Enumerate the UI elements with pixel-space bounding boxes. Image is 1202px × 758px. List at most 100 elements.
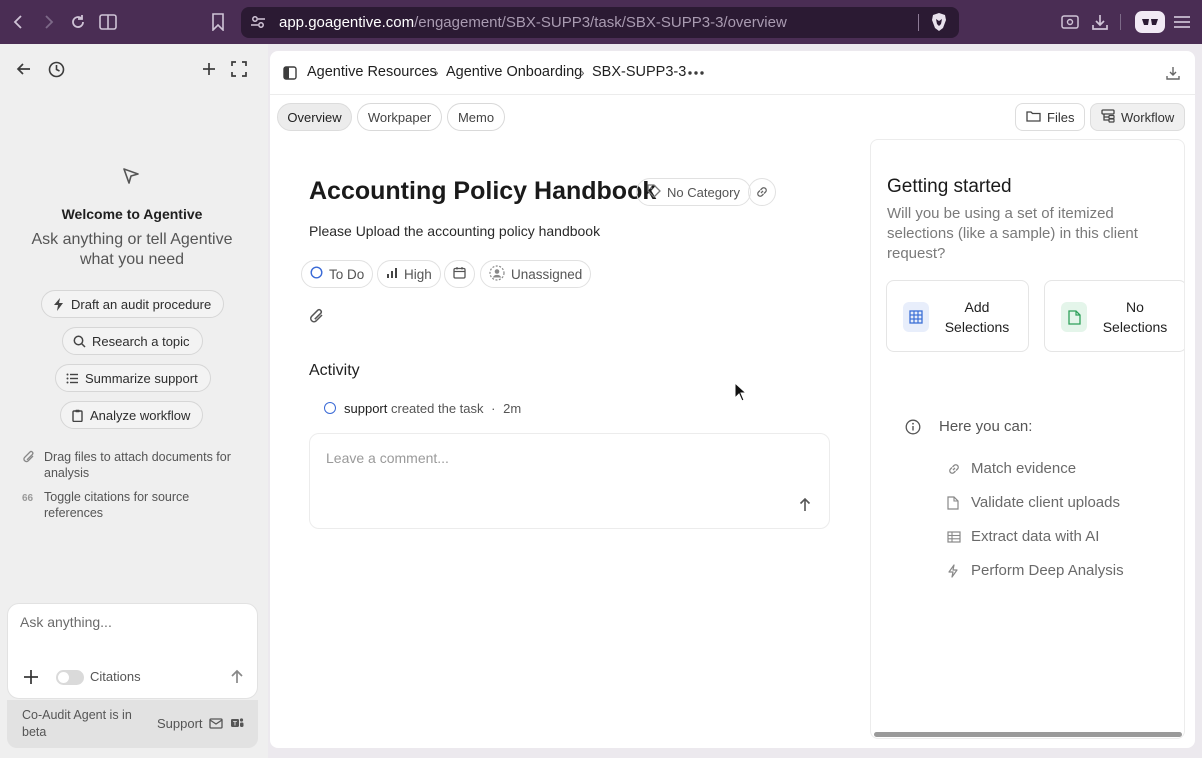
priority-pill[interactable]: High [377,260,441,288]
file-icon [1061,302,1087,332]
getting-started-question: Will you be using a set of itemized sele… [887,205,1138,262]
hint-drag-files: Drag files to attach documents for analy… [22,449,252,481]
url-path: /engagement/SBX-SUPP3/task/SBX-SUPP3-3/o… [414,14,787,31]
download-icon[interactable] [1089,11,1111,33]
user-avatar-icon [489,264,505,284]
feature-deep-analysis: Perform Deep Analysis [971,562,1124,579]
new-chat-icon[interactable] [199,59,219,79]
url-text: app.goagentive.com/engagement/SBX-SUPP3/… [279,14,787,31]
files-button[interactable]: Files [1015,103,1086,131]
more-options-icon[interactable] [686,63,706,83]
brave-shield-icon[interactable] [929,12,949,32]
status-circle-icon [310,266,323,282]
hint-text: Toggle citations for source references [44,490,190,520]
no-selections-button[interactable]: No Selections [1044,280,1184,352]
workflow-button[interactable]: Workflow [1090,103,1186,131]
send-arrow-icon[interactable] [228,668,246,686]
link-icon[interactable] [748,178,776,206]
getting-started-title: Getting started [887,176,1012,197]
table-icon [903,302,929,332]
back-arrow-icon[interactable] [14,59,34,79]
no-selections-label: No Selections [1102,299,1168,335]
info-icon [905,419,921,435]
task-title[interactable]: Accounting Policy Handbook [309,177,656,206]
teams-icon[interactable]: T [230,716,244,730]
feature-extract-data: Extract data with AI [971,528,1100,545]
search-icon [73,335,86,348]
attach-paperclip-icon[interactable] [308,307,326,325]
suggestion-label: Analyze workflow [90,407,191,423]
mail-icon[interactable] [209,716,223,730]
horizontal-scrollbar[interactable] [874,732,1182,737]
folder-icon [1026,110,1041,125]
suggestion-label: Research a topic [92,333,190,349]
chat-composer[interactable]: Ask anything... Citations [7,603,258,699]
lightning-icon [52,297,65,311]
files-label: Files [1047,109,1075,125]
suggestion-draft-audit-procedure[interactable]: Draft an audit procedure [41,290,225,318]
export-icon[interactable] [1163,63,1183,83]
suggestion-research-topic[interactable]: Research a topic [62,327,203,355]
tab-workpaper[interactable]: Workpaper [357,103,442,131]
history-icon[interactable] [46,59,66,79]
chat-input[interactable]: Ask anything... [20,614,112,630]
bookmark-icon[interactable] [207,11,229,33]
due-date-pill[interactable] [444,260,475,288]
tab-overview[interactable]: Overview [277,103,352,131]
url-divider [918,14,919,31]
citations-label: Citations [90,669,141,684]
task-description[interactable]: Please Upload the accounting policy hand… [309,223,600,239]
workflow-label: Workflow [1121,109,1175,125]
suggestion-analyze-workflow[interactable]: Analyze workflow [60,401,204,429]
url-host: app.goagentive.com [279,14,415,31]
menu-icon[interactable] [1171,11,1193,33]
priority-label: High [404,266,432,282]
support-link[interactable]: Support [157,716,203,731]
tab-memo[interactable]: Memo [447,103,505,131]
reader-mode-icon[interactable] [1059,11,1081,33]
mouse-cursor-icon [734,381,748,402]
breadcrumb-separator: › [580,64,585,80]
suggestion-summarize-support[interactable]: Summarize support [55,364,211,392]
back-icon[interactable] [8,11,30,33]
citations-toggle[interactable] [56,670,84,685]
category-label: No Category [667,184,740,200]
status-label: To Do [329,266,365,282]
add-attachment-icon[interactable] [22,668,40,686]
profile-icon[interactable] [1135,11,1165,33]
welcome-subtitle: Ask anything or tell Agentive what you n… [31,231,233,268]
bolt-icon [947,564,961,578]
reload-icon[interactable] [67,11,89,33]
hint-text: Drag files to attach documents for analy… [44,450,231,480]
agent-cursor-icon [121,166,141,186]
site-settings-icon[interactable] [249,13,267,31]
activity-separator: · [491,401,496,416]
tag-icon [647,183,661,201]
comment-input[interactable]: Leave a comment... [326,450,449,466]
breadcrumb-agentive-resources[interactable]: Agentive Resources [307,64,437,80]
category-chip[interactable]: No Category [636,178,751,206]
add-selections-button[interactable]: Add Selections [886,280,1029,352]
forward-icon[interactable] [37,11,59,33]
breadcrumb-agentive-onboarding[interactable]: Agentive Onboarding [446,64,582,80]
task-tabs: Overview Workpaper Memo Files Workflow [270,103,1195,133]
welcome-title: Welcome to Agentive [61,206,203,222]
expand-icon[interactable] [229,59,249,79]
beta-notice: Co-Audit Agent is in beta [22,708,132,739]
activity-entry: support created the task · 2m [344,401,521,416]
table-icon [947,530,961,544]
list-icon [66,372,79,385]
address-bar[interactable]: app.goagentive.com/engagement/SBX-SUPP3/… [241,7,959,38]
submit-comment-icon[interactable] [796,496,814,514]
activity-heading: Activity [309,362,360,379]
status-pill[interactable]: To Do [301,260,374,288]
workflow-icon [1101,108,1115,126]
paperclip-icon [22,450,36,464]
hint-toggle-citations: 66 Toggle citations for source reference… [22,489,252,521]
comment-box[interactable]: Leave a comment... [309,433,830,529]
sidebar-toggle-icon[interactable] [97,11,119,33]
suggestion-label: Draft an audit procedure [71,296,212,312]
file-icon [947,496,961,510]
assignee-pill[interactable]: Unassigned [480,260,592,288]
panel-toggle-icon[interactable] [280,63,300,83]
